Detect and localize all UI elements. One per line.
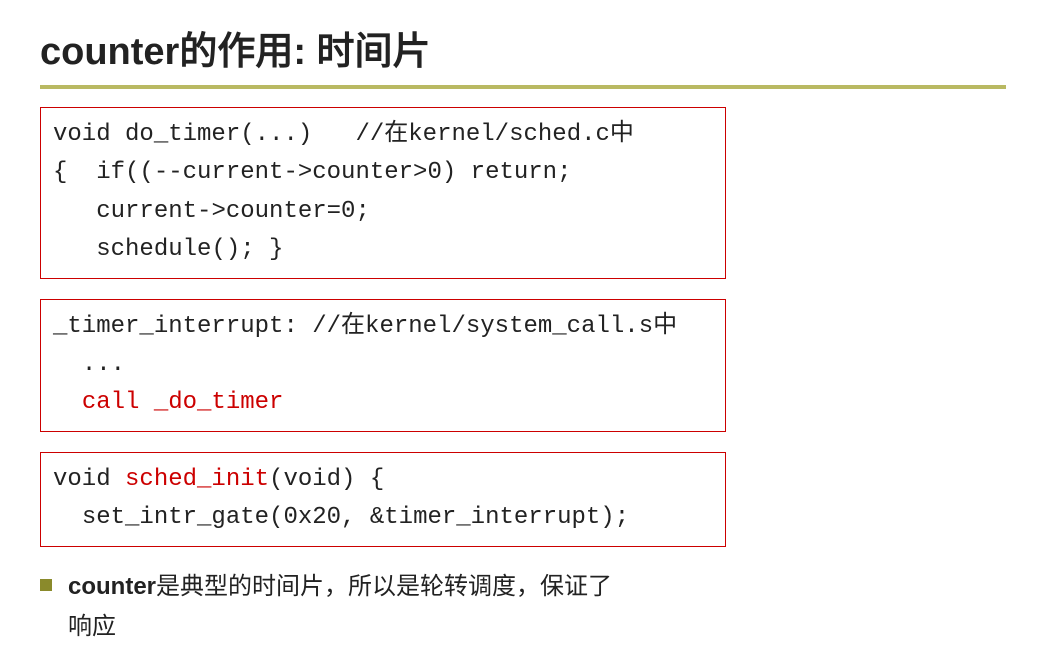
code-block-sched-init: void sched_init(void) { set_intr_gate(0x… [40,452,726,547]
slide-page: counter的作用: 时间片 void do_timer(...) //在ke… [0,0,1046,668]
code-line: (void) { [269,466,384,493]
code-text: 中 [610,121,634,148]
bullet-continuation: 响应 [68,607,1006,648]
code-block-timer-interrupt: _timer_interrupt: //在kernel/system_call.… [40,299,726,432]
code-block-do-timer: void do_timer(...) //在kernel/sched.c中 { … [40,107,726,279]
code-text: kernel/sched.c [408,121,610,148]
code-text: 中 [653,313,677,340]
code-line-highlight: call _do_timer [82,389,284,416]
code-line [53,389,82,416]
code-text: kernel/system_call.s [365,313,653,340]
bullet-item: counter是典型的时间片，所以是轮转调度，保证了 [40,567,1006,608]
code-text: 在 [341,313,365,340]
title-rule [40,85,1006,89]
code-text: 在 [384,121,408,148]
code-line: set_intr_gate(0x20, &timer_interrupt); [53,504,629,531]
bullet-bold: counter [68,573,156,600]
bullet-square-icon [40,579,52,591]
code-line: void do_timer(...) // [53,121,384,148]
code-line: current->counter=0; [53,198,370,225]
code-line: ... [53,351,125,378]
code-line-highlight: sched_init [125,466,269,493]
bullet-list: counter是典型的时间片，所以是轮转调度，保证了 [40,567,1006,608]
code-line: _timer_interrupt: // [53,313,341,340]
code-line: void [53,466,125,493]
code-line: schedule(); } [53,236,283,263]
bullet-text: 是典型的时间片，所以是轮转调度，保证了 [156,573,612,600]
code-line: { if((--current->counter>0) return; [53,159,571,186]
slide-title: counter的作用: 时间片 [40,20,1006,75]
